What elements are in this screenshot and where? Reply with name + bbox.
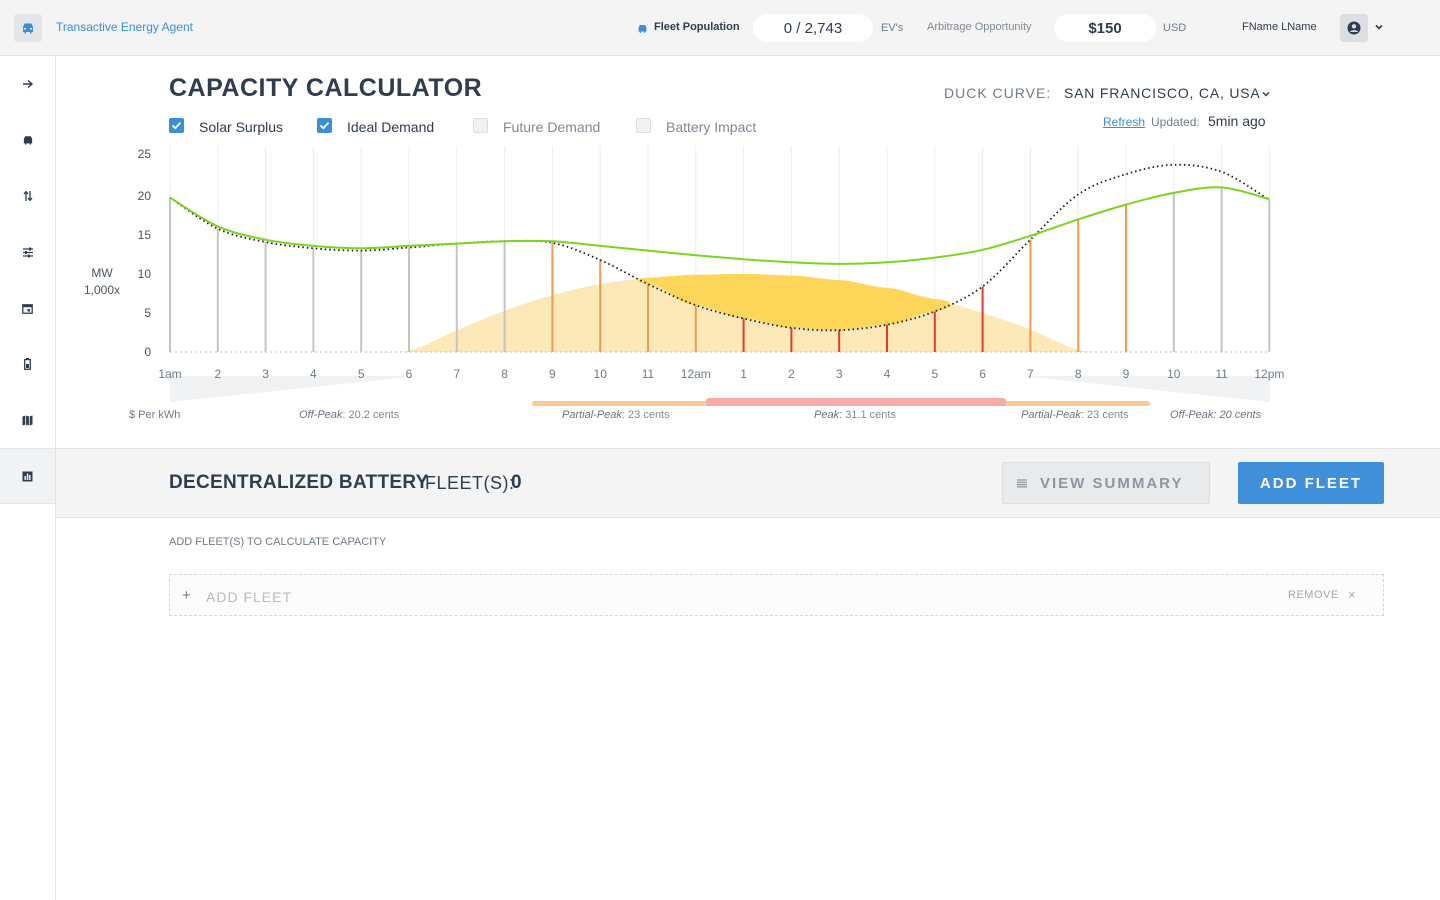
x-tick-label: 4: [884, 367, 891, 381]
battery-impact-label[interactable]: Battery Impact: [666, 119, 756, 135]
price-axis-label: $ Per kWh: [129, 409, 181, 421]
x-tick-label: 7: [1027, 367, 1034, 381]
app-title[interactable]: Transactive Energy Agent: [56, 20, 193, 34]
updated-label: Updated:: [1151, 115, 1200, 129]
battery-impact-checkbox[interactable]: [636, 118, 651, 133]
view-summary-button[interactable]: VIEW SUMMARY: [1002, 462, 1210, 504]
x-tick-label: 12pm: [1254, 367, 1284, 381]
fleet-row-placeholder: + ADD FLEET REMOVE ×: [169, 574, 1384, 616]
x-tick-label: 3: [836, 367, 843, 381]
duck-curve-select[interactable]: SAN FRANCISCO, CA, USA: [1064, 85, 1261, 101]
updated-value: 5min ago: [1208, 113, 1266, 129]
list-icon: [1017, 479, 1027, 488]
plus-icon[interactable]: +: [182, 587, 191, 604]
x-tick-label: 6: [406, 367, 413, 381]
fleet-population-value: 0 / 2,743: [753, 14, 873, 42]
x-tick-label: 8: [1075, 367, 1082, 381]
x-tick-label: 6: [979, 367, 986, 381]
add-fleet-hint: ADD FLEET(S) TO CALCULATE CAPACITY: [169, 536, 387, 548]
y-tick-label: 0: [144, 345, 151, 359]
x-tick-label: 8: [501, 367, 508, 381]
price-peak: Peak: 31.1 cents: [814, 409, 896, 421]
arrow-right-icon: [22, 79, 33, 89]
fleet-population-label: Fleet Population: [654, 21, 740, 33]
x-tick-label: 9: [1123, 367, 1130, 381]
solar-surplus-checkbox[interactable]: [169, 118, 184, 133]
x-tick-label: 10: [594, 367, 608, 381]
peak-band: [706, 398, 1006, 406]
sidebar-item-capacity[interactable]: [0, 448, 55, 504]
x-tick-label: 4: [310, 367, 317, 381]
fleets-count: 0: [511, 472, 522, 493]
fleet-row-add-label[interactable]: ADD FLEET: [206, 589, 292, 605]
x-tick-label: 5: [358, 367, 365, 381]
price-off-peak-1: Off-Peak: 20.2 cents: [299, 409, 400, 421]
y-axis-label-line2: 1,000x: [84, 283, 120, 297]
user-name[interactable]: FName LName: [1242, 21, 1317, 33]
sidebar-item-forward[interactable]: [0, 56, 55, 112]
x-tick-label: 12am: [681, 367, 711, 381]
arbitrage-label: Arbitrage Opportunity: [927, 21, 1032, 33]
arbitrage-value: $150: [1054, 14, 1156, 42]
x-tick-label: 7: [453, 367, 460, 381]
y-tick-label: 25: [138, 147, 152, 161]
future-demand-checkbox[interactable]: [473, 118, 488, 133]
chevron-down-icon[interactable]: [1374, 22, 1384, 32]
top-bar: Transactive Energy Agent Fleet Populatio…: [0, 0, 1440, 56]
y-tick-label: 10: [138, 267, 152, 281]
x-tick-label: 2: [214, 367, 221, 381]
future-demand-label[interactable]: Future Demand: [503, 119, 600, 135]
ideal-demand-label[interactable]: Ideal Demand: [347, 119, 434, 135]
ideal-demand-checkbox[interactable]: [317, 118, 332, 133]
fleets-label: FLEET(S):: [425, 473, 515, 493]
solar-surplus-label[interactable]: Solar Surplus: [199, 119, 283, 135]
axis-shadow-right: [1020, 376, 1270, 402]
checkmark-icon: [319, 121, 330, 130]
car-logo-icon[interactable]: [14, 14, 42, 42]
arbitrage-unit: USD: [1163, 22, 1187, 34]
x-tick-label: 11: [642, 367, 655, 381]
duck-curve-chart: 0510152025 MW 1,000x 1am 2 3 4 5 6 7 8 9 10 11 12am…: [84, 146, 1284, 406]
fleet-population-unit: EV's: [881, 22, 904, 34]
view-summary-label: VIEW SUMMARY: [1040, 475, 1184, 492]
series-ideal-demand: [169, 186, 1270, 265]
refresh-link[interactable]: Refresh: [1103, 115, 1145, 129]
y-tick-label: 5: [144, 306, 151, 320]
x-tick-label: 1: [740, 367, 747, 381]
page-title: CAPACITY CALCULATOR: [169, 74, 483, 102]
chevron-down-icon[interactable]: [1261, 89, 1271, 99]
y-tick-label: 20: [138, 189, 152, 203]
x-tick-label: 11: [1215, 367, 1228, 381]
x-tick-label: 10: [1167, 367, 1181, 381]
axis-shadow-left: [170, 376, 420, 402]
map-icon: [22, 415, 33, 425]
remove-fleet-button[interactable]: REMOVE: [1288, 589, 1339, 601]
x-tick-label: 2: [788, 367, 795, 381]
bar-chart-icon: [22, 471, 33, 481]
x-tick-label: 1am: [158, 367, 181, 381]
checkmark-icon: [171, 121, 182, 130]
battery-title: DECENTRALIZED BATTERY: [169, 472, 429, 493]
y-axis-label-line1: MW: [91, 266, 113, 280]
user-avatar-icon[interactable]: [1340, 14, 1368, 42]
y-tick-label: 15: [138, 228, 152, 242]
add-fleet-button[interactable]: ADD FLEET: [1238, 462, 1384, 504]
price-partial-peak-2: Partial-Peak: 23 cents: [1021, 409, 1129, 421]
duck-curve-label: DUCK CURVE:: [944, 85, 1052, 101]
x-tick-label: 3: [262, 367, 269, 381]
x-tick-label: 5: [931, 367, 938, 381]
x-tick-label: 9: [549, 367, 556, 381]
car-icon: [638, 24, 647, 33]
price-partial-peak-1: Partial-Peak: 23 cents: [562, 409, 670, 421]
close-icon[interactable]: ×: [1348, 587, 1356, 602]
price-off-peak-2: Off-Peak: 20 cents: [1170, 409, 1262, 421]
